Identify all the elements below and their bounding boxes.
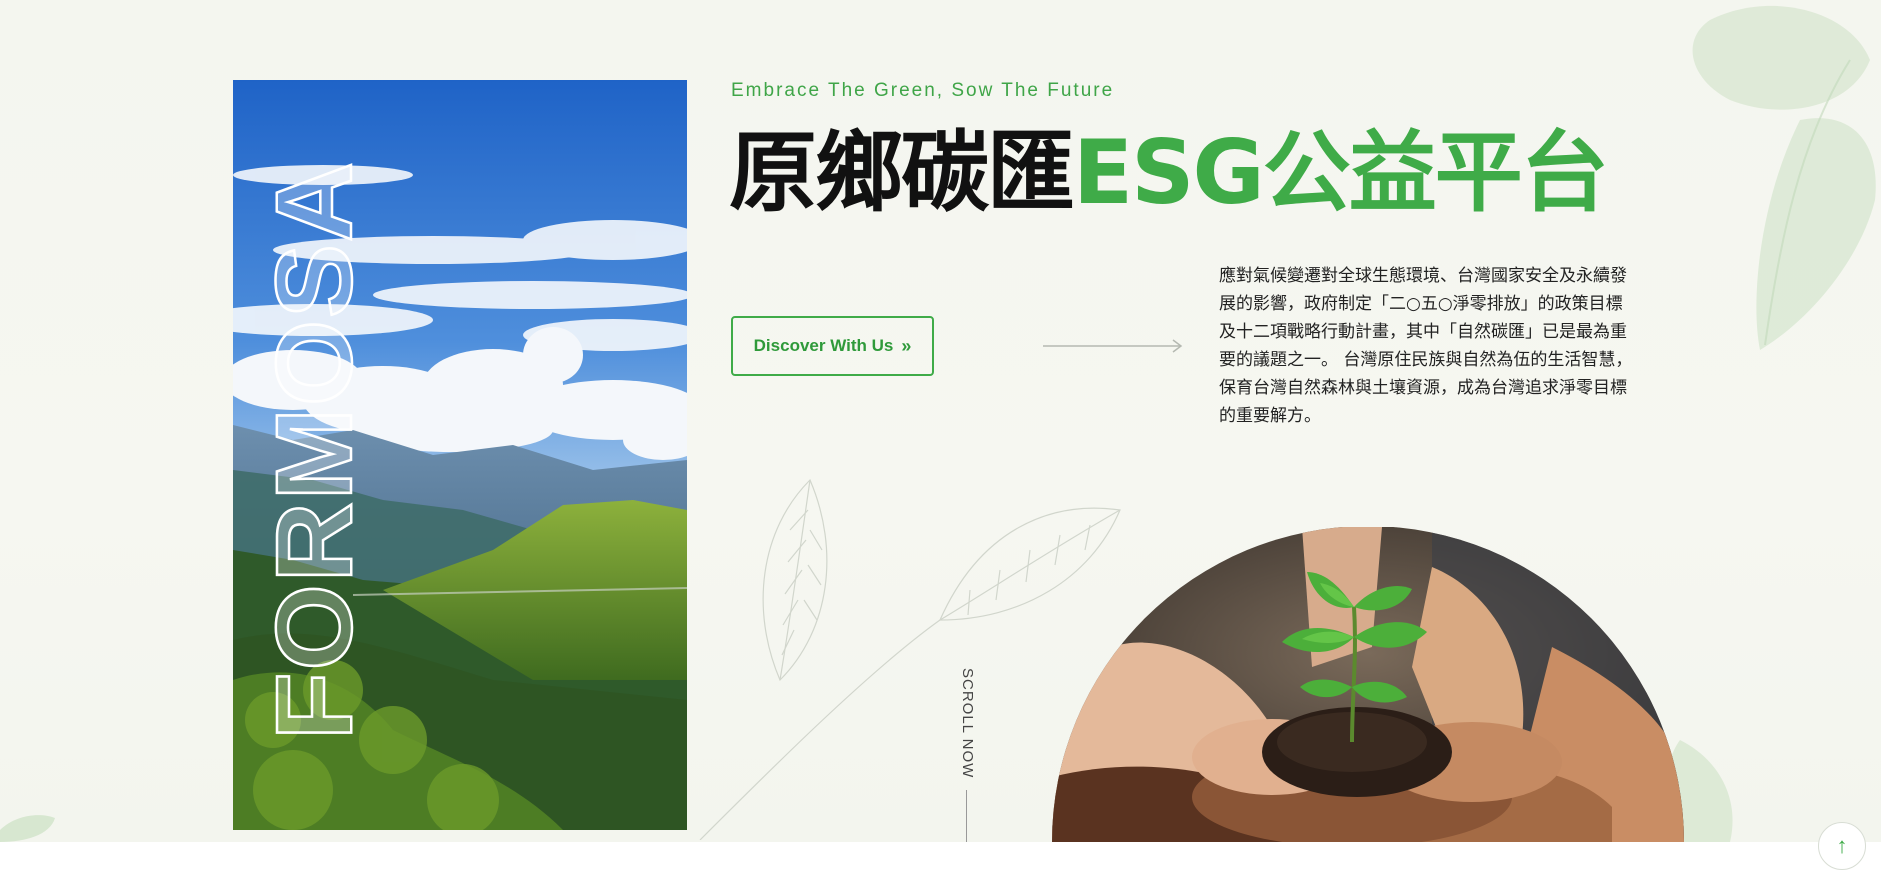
scroll-line	[966, 790, 967, 842]
double-chevron-right-icon: »	[901, 335, 912, 356]
discover-button[interactable]: Discover With Us »	[731, 316, 934, 376]
hands-seedling-image	[1052, 527, 1684, 842]
back-to-top-button[interactable]: ↑	[1818, 822, 1866, 870]
arrow-right-icon	[1043, 339, 1183, 353]
scroll-now-indicator[interactable]: SCROLL NOW	[956, 668, 980, 788]
hero-section: FORMOSA Embrace The Green, Sow The Futur…	[0, 0, 1881, 842]
title-green-part: ESG公益平台	[1073, 121, 1609, 224]
footer-strip	[0, 842, 1881, 874]
discover-button-label: Discover With Us	[753, 336, 894, 355]
tagline: Embrace The Green, Sow The Future	[731, 80, 1115, 101]
title-black-part: 原鄉碳匯	[729, 121, 1075, 224]
leaf-decoration-icon	[1692, 5, 1876, 350]
description-paragraph: 應對氣候變遷對全球生態環境、台灣國家安全及永續發展的影響，政府制定「二○五○淨零…	[1219, 266, 1633, 426]
scroll-now-label: SCROLL NOW	[959, 668, 976, 779]
svg-text:FORMOSA: FORMOSA	[253, 160, 363, 740]
formosa-vertical-text: FORMOSA	[252, 159, 363, 742]
page-title: 原鄉碳匯ESG公益平台	[729, 118, 1609, 228]
leaf-corner-icon	[0, 815, 55, 842]
arrow-up-icon: ↑	[1836, 833, 1848, 858]
